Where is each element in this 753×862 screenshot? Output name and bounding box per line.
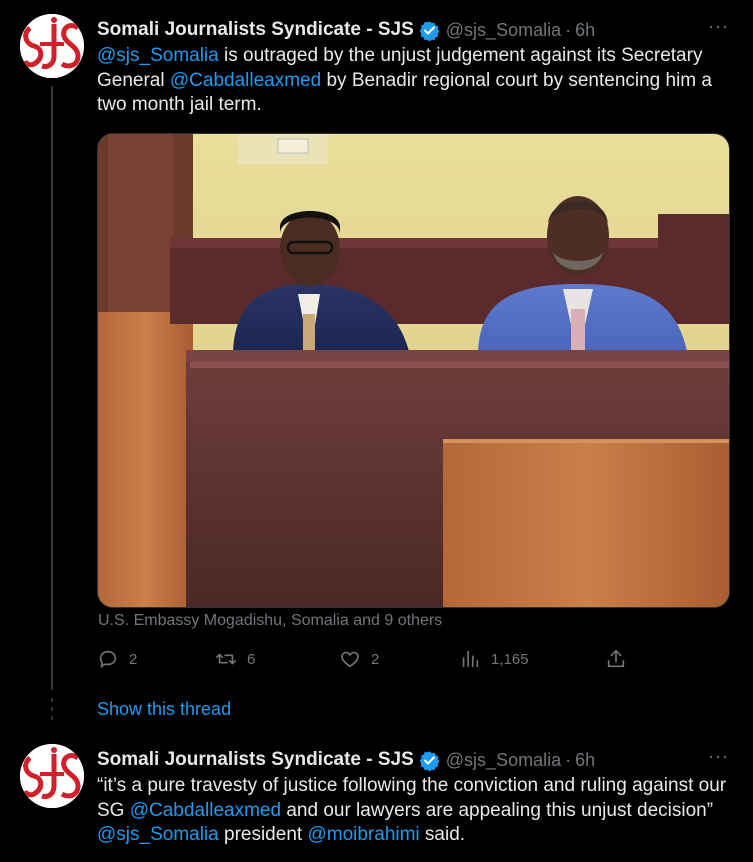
author-handle[interactable]: @sjs_Somalia [446,750,561,771]
tweet-actions: 2 6 2 1,165 [97,648,637,674]
tweet-text: “it’s a pure travesty of justice followi… [97,774,732,848]
more-icon[interactable]: ··· [708,16,729,37]
tagged-users[interactable]: U.S. Embassy Mogadishu, Somalia and 9 ot… [98,612,442,630]
tweet-header: Somali Journalists Syndicate - SJS @sjs_… [97,748,595,772]
timestamp[interactable]: 6h [575,20,595,41]
more-icon[interactable]: ··· [708,746,729,767]
reply-icon [99,650,117,668]
mention-link[interactable]: @Cabdalleaxmed [170,70,321,91]
tweet[interactable]: Somali Journalists Syndicate - SJS @sjs_… [0,730,753,862]
author-handle[interactable]: @sjs_Somalia [446,20,561,41]
timestamp[interactable]: 6h [575,750,595,771]
verified-badge-icon [419,750,440,771]
separator-dot: · [565,749,572,770]
avatar[interactable] [20,744,84,808]
share-icon [607,649,625,668]
heart-icon [341,651,359,668]
tweet[interactable]: Somali Journalists Syndicate - SJS @sjs_… [0,0,753,690]
author-name[interactable]: Somali Journalists Syndicate - SJS [97,19,414,41]
retweet-button[interactable]: 6 [215,648,255,670]
mention-link[interactable]: @Cabdalleaxmed [130,800,281,821]
views-button[interactable]: 1,165 [459,648,529,670]
tweet-text-segment: president [218,824,308,845]
tweet-text-segment: and our lawyers are appealing this unjus… [281,799,714,821]
mention-link[interactable]: @sjs_Somalia [97,824,219,845]
avatar[interactable] [20,14,84,78]
tweet-text: @sjs_Somalia is outraged by the unjust j… [97,44,732,118]
reply-button[interactable]: 2 [97,648,137,670]
separator-dot: · [565,19,572,40]
thread-dotted-line [51,698,53,725]
retweet-count: 6 [247,650,256,668]
views-icon [462,650,479,668]
mention-link[interactable]: @moibrahimi [307,824,419,845]
reply-count: 2 [129,650,138,668]
tweet-header: Somali Journalists Syndicate - SJS @sjs_… [97,18,595,42]
retweet-icon [216,653,236,665]
view-count: 1,165 [491,650,529,668]
like-button[interactable]: 2 [339,648,379,670]
thread-connector-line [51,86,53,690]
sjs-logo-icon [20,14,84,78]
tweet-photo[interactable] [97,133,730,608]
mention-link[interactable]: @sjs_Somalia [97,45,219,66]
show-thread-link[interactable]: Show this thread [97,699,231,720]
verified-badge-icon [419,20,440,41]
tweet-text-segment: said. [419,824,466,845]
sjs-logo-icon [20,744,84,808]
share-button[interactable] [605,648,637,670]
author-name[interactable]: Somali Journalists Syndicate - SJS [97,749,414,771]
courtroom-photo [98,134,729,607]
like-count: 2 [371,650,380,668]
